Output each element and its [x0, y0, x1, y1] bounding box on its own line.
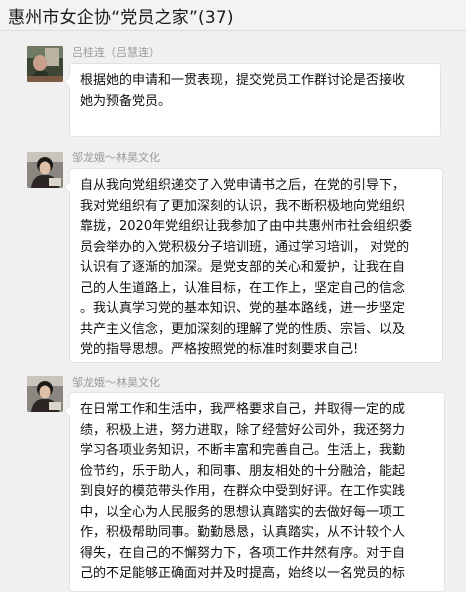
message-line: 我对党组织有了更加深刻的认识，我不断积极地向党组织	[80, 198, 406, 214]
chat-title: 惠州市女企协“党员之家”(37)	[8, 8, 234, 28]
message-line: 靠拢，2020年党组织让我参加了由中共惠州市社会组织委	[80, 219, 413, 234]
avatar[interactable]	[27, 376, 63, 412]
message-line: 认识有了逐渐的加深。是党支部的关心和爱护，让我在自	[80, 260, 406, 275]
user-photo-icon	[27, 152, 63, 188]
sender-name: 邹龙娥～林昊文化	[72, 376, 160, 389]
message-bubble[interactable]: 在日常工作和生活中，我严格要求自己，并取得一定的成 绩，积极上进，努力进取，除了…	[64, 392, 445, 592]
message-line: 到良好的模范带头作用，在群众中受到好评。在工作实践	[80, 484, 406, 499]
message-line: 员会举办的入党积极分子培训班，通过学习培训， 对党的	[80, 239, 410, 255]
message-line: 在日常工作和生活中，我严格要求自己，并取得一定的成	[80, 402, 406, 417]
user-photo-icon	[27, 46, 63, 82]
message-bubble[interactable]: 根据她的申请和一贯表现，提交党员工作群讨论是否接收 她为预备党员。	[64, 63, 441, 137]
chat-header: 惠州市女企协“党员之家”(37)	[0, 0, 466, 31]
message-line: 得失，在自己的不懈努力下，各项工作井然有序。对于自	[80, 545, 406, 561]
message-line: 己的人生道路上，认准目标，在工作上，坚定自己的信念	[80, 280, 406, 296]
message-line: 俭节约，乐于助人，和同事、朋友相处的十分融洽，能起	[80, 463, 406, 479]
user-photo-icon	[27, 376, 63, 412]
message-line: 自从我向党组织递交了入党申请书之后，在党的引导下，	[80, 178, 406, 193]
message-line: 己的不足能够正确面对并及时提高，始终以一名党员的标	[80, 566, 406, 581]
message-line: 学习各项业务知识，不断丰富和完善自己。生活上，我勤	[80, 443, 406, 458]
message-line: 共产主义信念，更加深刻的理解了党的性质、宗旨、以及	[80, 321, 406, 337]
message-line: 中，以全心为人民服务的思想认真踏实的去做好每一项工	[80, 504, 406, 520]
message-bubble[interactable]: 自从我向党组织递交了入党申请书之后，在党的引导下， 我对党组织有了更加深刻的认识…	[64, 168, 443, 363]
message-line: 。我认真学习党的基本知识、党的基本路线，进一步坚定	[80, 301, 406, 316]
avatar[interactable]	[27, 46, 63, 82]
message-line: 作，积极帮助同事。勤勤恳恳，认真踏实，从不计较个人	[80, 525, 406, 540]
message-line: 党的指导思想。严格按照党的标准时刻要求自己!	[80, 342, 359, 357]
avatar[interactable]	[27, 152, 63, 188]
message-line: 绩，积极上进，努力进取，除了经营好公司外，我还努力	[80, 422, 406, 438]
message-line: 根据她的申请和一贯表现，提交党员工作群讨论是否接收	[80, 73, 406, 88]
message-line: 她为预备党员。	[80, 93, 172, 109]
sender-name: 邹龙娥～林昊文化	[72, 151, 160, 164]
sender-name: 吕桂连（吕慧连）	[72, 46, 160, 59]
